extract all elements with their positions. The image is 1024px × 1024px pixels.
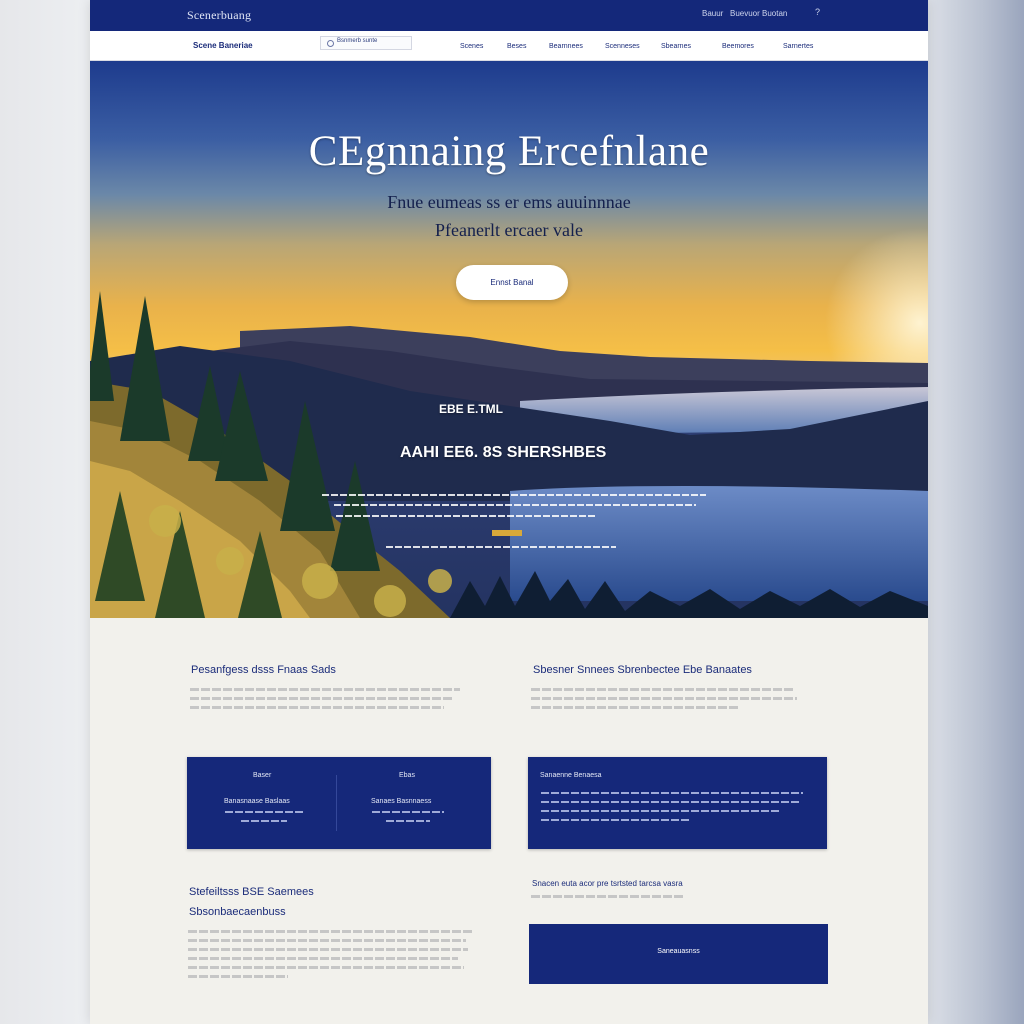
- hero-kicker: EBE E.TML: [439, 402, 504, 416]
- hero-text-line: [334, 504, 696, 506]
- hero-section: CEgnnaing Ercefnlane Fnue eumeas ss er e…: [90, 61, 928, 618]
- top-link-2[interactable]: Buevuor Buotan: [730, 9, 787, 18]
- card-col2-label: Sanaes Basnnaess: [371, 798, 432, 805]
- section-body-right-2: [531, 895, 691, 904]
- hero-text-line: [386, 546, 616, 548]
- nav-item-2[interactable]: Beses: [507, 43, 526, 50]
- hero-cta-button[interactable]: Ennst Banal: [456, 265, 568, 300]
- top-bar: Scenerbuang Bauur Buevuor Buotan ?: [90, 0, 928, 31]
- hero-text-line: [336, 515, 596, 517]
- brand-logo[interactable]: Scenerbuang: [187, 8, 251, 23]
- hero-text-line: [322, 494, 706, 496]
- card-col1-label: Banasnaase Baslaas: [224, 798, 290, 805]
- section-body-right: [531, 688, 797, 715]
- card-right-text: [541, 792, 803, 828]
- section-title-right: Sbesner Snnees Sbrenbectee Ebe Banaates: [533, 664, 752, 676]
- card-col1-heading: Baser: [253, 772, 272, 779]
- hero-headline: AAHI EE6. 8S SHERSHBES: [400, 444, 607, 461]
- feature-card-right[interactable]: Sanaenne Benaesa: [528, 757, 827, 849]
- card-col2-text: [372, 811, 444, 829]
- hero-title: CEgnnaing Ercefnlane: [308, 128, 710, 175]
- feature-card-left[interactable]: Baser Banasnaase Baslaas Ebas Sanaes Bas…: [187, 757, 491, 849]
- section-body-left-2: [188, 930, 472, 984]
- main-nav: Scene Baneriae Bsnmerb sunte Scenes Bese…: [90, 31, 928, 61]
- nav-logo[interactable]: Scene Baneriae: [193, 41, 253, 50]
- hero-highlight-tag: [492, 530, 522, 536]
- nav-item-6[interactable]: Beemores: [722, 43, 754, 50]
- search-icon: [327, 40, 334, 47]
- hero-subtitle-2: Pfeanerlt ercaer vale: [435, 220, 583, 240]
- web-page: Scenerbuang Bauur Buevuor Buotan ? Scene…: [90, 0, 928, 1024]
- nav-item-7[interactable]: Sarnertes: [783, 43, 813, 50]
- section-subtitle-left-2: Sbsonbaecaenbuss: [189, 906, 286, 918]
- help-icon[interactable]: ?: [815, 7, 820, 17]
- nav-item-1[interactable]: Scenes: [460, 43, 483, 50]
- card-divider: [336, 775, 337, 831]
- section-body-left: [190, 688, 460, 715]
- nav-item-4[interactable]: Scenneses: [605, 43, 640, 50]
- hero-subtitle-1: Fnue eumeas ss er ems auuinnnae: [387, 192, 631, 212]
- card-col1-text: [225, 811, 303, 829]
- card-right-label: Sanaenne Benaesa: [540, 772, 602, 779]
- secondary-cta-button[interactable]: Saneauasnss: [529, 924, 828, 984]
- search-input[interactable]: Bsnmerb sunte: [320, 36, 412, 50]
- section-subtitle-right-2: Snacen euta acor pre tsrtsted tarcsa vas…: [532, 879, 683, 888]
- nav-item-3[interactable]: Bearnnees: [549, 43, 583, 50]
- top-link-1[interactable]: Bauur: [702, 9, 723, 18]
- section-title-left-2: Stefeiltsss BSE Saemees: [189, 886, 314, 898]
- nav-item-5[interactable]: Sbearnes: [661, 43, 691, 50]
- card-col2-heading: Ebas: [399, 772, 415, 779]
- search-value: Bsnmerb sunte: [337, 38, 378, 44]
- section-title-left: Pesanfgess dsss Fnaas Sads: [191, 664, 336, 676]
